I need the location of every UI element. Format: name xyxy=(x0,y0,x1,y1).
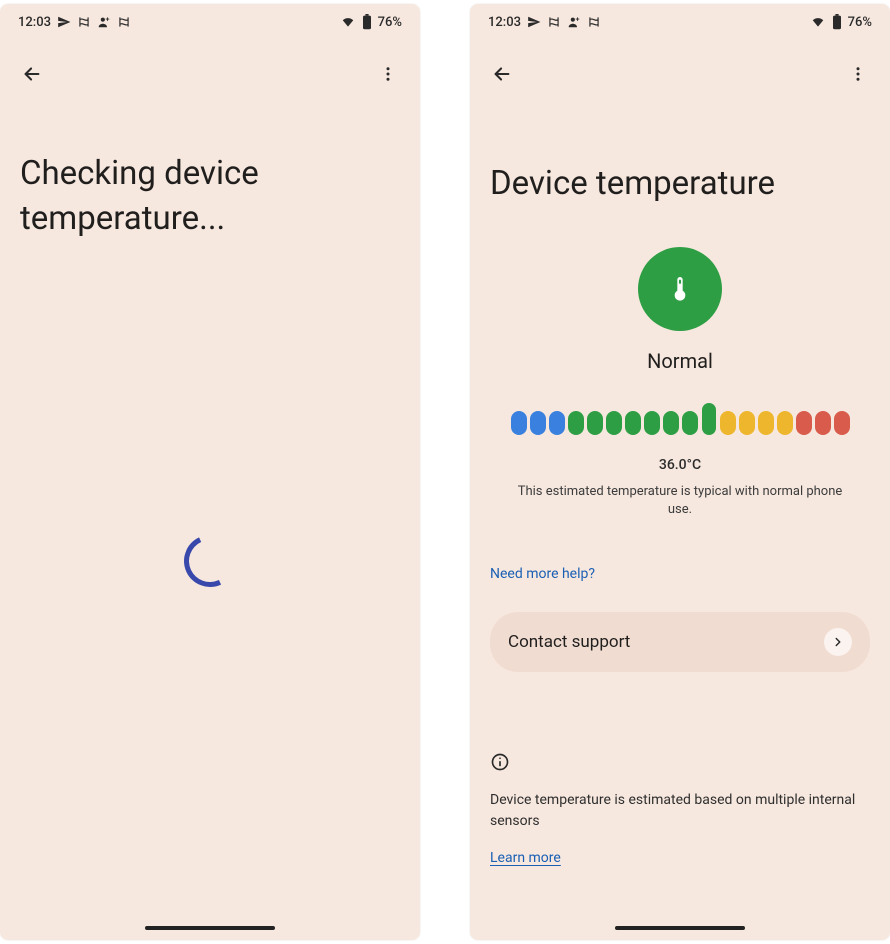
meter-pill xyxy=(530,411,546,435)
back-button[interactable] xyxy=(482,54,522,94)
app2-icon xyxy=(117,15,131,29)
app-bar xyxy=(0,46,420,102)
page-title: Device temperature xyxy=(490,162,870,207)
person-add-icon xyxy=(567,15,581,29)
meter-pill xyxy=(644,411,660,435)
meter-pill xyxy=(834,411,850,435)
meter-pill xyxy=(815,411,831,435)
wifi-icon xyxy=(810,15,826,29)
wifi-icon xyxy=(340,15,356,29)
info-icon xyxy=(490,752,510,772)
meter-pill xyxy=(549,411,565,435)
meter-pill xyxy=(777,411,793,435)
app2-icon xyxy=(587,15,601,29)
status-time: 12:03 xyxy=(18,15,51,30)
temperature-description: This estimated temperature is typical wi… xyxy=(510,483,850,521)
battery-icon xyxy=(362,14,372,30)
info-text: Device temperature is estimated based on… xyxy=(490,790,870,832)
app-icon xyxy=(547,15,561,29)
meter-pill xyxy=(702,403,716,435)
temperature-value: 36.0°C xyxy=(659,457,701,473)
app-icon xyxy=(77,15,91,29)
meter-pill xyxy=(606,411,622,435)
meter-pill xyxy=(739,411,755,435)
meter-pill xyxy=(625,411,641,435)
send-icon xyxy=(527,15,541,29)
status-battery: 76% xyxy=(848,15,872,30)
phone-screen-loading: 12:03 xyxy=(0,4,420,940)
meter-pill xyxy=(663,411,679,435)
more-options-button[interactable] xyxy=(368,54,408,94)
temperature-meter xyxy=(511,403,850,435)
phone-screen-result: 12:03 xyxy=(470,4,890,940)
temperature-status-icon xyxy=(638,247,722,331)
send-icon xyxy=(57,15,71,29)
status-battery: 76% xyxy=(378,15,402,30)
app-bar xyxy=(470,46,890,102)
chevron-right-icon xyxy=(824,628,852,656)
meter-pill xyxy=(720,411,736,435)
nav-handle[interactable] xyxy=(145,926,275,930)
status-bar: 12:03 xyxy=(0,4,420,40)
person-add-icon xyxy=(97,15,111,29)
more-options-button[interactable] xyxy=(838,54,878,94)
learn-more-link[interactable]: Learn more xyxy=(490,850,870,866)
need-more-help-link[interactable]: Need more help? xyxy=(490,566,595,582)
temperature-status-label: Normal xyxy=(647,349,713,373)
meter-pill xyxy=(587,411,603,435)
meter-pill xyxy=(682,411,698,435)
meter-pill xyxy=(758,411,774,435)
meter-pill xyxy=(796,411,812,435)
nav-handle[interactable] xyxy=(615,926,745,930)
status-bar: 12:03 xyxy=(470,4,890,40)
battery-icon xyxy=(832,14,842,30)
meter-pill xyxy=(568,411,584,435)
meter-pill xyxy=(511,411,527,435)
loading-spinner xyxy=(177,527,244,594)
status-time: 12:03 xyxy=(488,15,521,30)
back-button[interactable] xyxy=(12,54,52,94)
contact-support-button[interactable]: Contact support xyxy=(490,612,870,672)
contact-support-label: Contact support xyxy=(508,632,630,652)
